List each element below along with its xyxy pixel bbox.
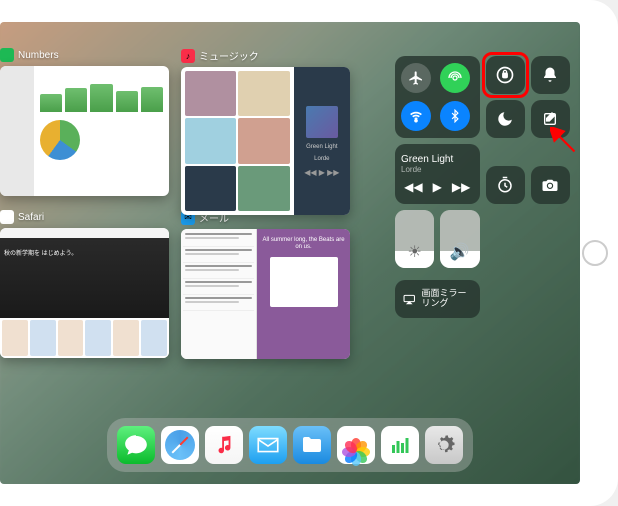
volume-icon: 🔊 — [450, 242, 470, 262]
wifi-toggle[interactable] — [401, 101, 431, 131]
dock-files[interactable] — [293, 426, 331, 464]
app-title: ミュージック — [199, 48, 259, 63]
silent-mode-toggle[interactable] — [531, 56, 570, 94]
timer-icon — [496, 176, 514, 194]
dock-music[interactable] — [205, 426, 243, 464]
prev-track-button[interactable]: ◀◀ — [404, 180, 422, 194]
do-not-disturb-toggle[interactable] — [486, 100, 525, 138]
switcher-card-safari[interactable]: Safari 秋の新学期を はじめよう。 — [0, 210, 169, 359]
dock-messages[interactable] — [117, 426, 155, 464]
media-controls[interactable]: Green Light Lorde ◀◀ ▶ ▶▶ — [395, 144, 480, 204]
switcher-card-music[interactable]: ♪ ミュージック Green Light Lorde ◀◀ ▶ ▶▶ — [181, 48, 350, 196]
app-title: Numbers — [18, 50, 59, 61]
dock — [107, 418, 473, 472]
camera-shortcut[interactable] — [531, 166, 570, 204]
control-center: Green Light Lorde ◀◀ ▶ ▶▶ ☀ 🔊 — [395, 56, 570, 318]
ipad-frame: Numbers ♪ ミュージック — [0, 0, 618, 506]
safari-preview: 秋の新学期を はじめよう。 — [0, 228, 169, 358]
annotation-arrow — [550, 127, 578, 155]
brightness-slider[interactable]: ☀ — [395, 210, 434, 268]
play-button[interactable]: ▶ — [433, 180, 442, 194]
switcher-card-numbers[interactable]: Numbers — [0, 48, 169, 196]
dock-settings[interactable] — [425, 426, 463, 464]
music-preview: Green Light Lorde ◀◀ ▶ ▶▶ — [181, 67, 350, 215]
mirror-label: 画面ミラーリング — [422, 289, 472, 309]
notes-icon — [542, 111, 558, 127]
music-icon: ♪ — [181, 49, 195, 63]
home-button[interactable] — [582, 240, 608, 266]
album-cover-thumb — [306, 106, 338, 138]
moon-icon — [496, 110, 514, 128]
camera-icon — [541, 176, 559, 194]
cellular-toggle[interactable] — [440, 63, 470, 93]
orientation-lock-toggle[interactable] — [486, 56, 525, 94]
app-title: Safari — [18, 212, 44, 223]
brightness-icon: ☀ — [407, 242, 421, 262]
bluetooth-toggle[interactable] — [440, 101, 470, 131]
screen-mirroring-button[interactable]: 画面ミラーリング — [395, 280, 480, 318]
airplay-icon — [403, 292, 416, 306]
bell-icon — [541, 66, 559, 84]
mail-preview: All summer long, the Beats are on us. — [181, 229, 350, 359]
connectivity-group — [395, 56, 480, 138]
volume-slider[interactable]: 🔊 — [440, 210, 479, 268]
media-artist: Lorde — [401, 165, 421, 174]
dock-photos[interactable] — [337, 426, 375, 464]
annotation-highlight — [482, 52, 529, 98]
dock-mail[interactable] — [249, 426, 287, 464]
next-track-button[interactable]: ▶▶ — [452, 180, 470, 194]
safari-icon — [0, 210, 14, 224]
screen: Numbers ♪ ミュージック — [0, 22, 580, 484]
timer-shortcut[interactable] — [486, 166, 525, 204]
airplane-mode-toggle[interactable] — [401, 63, 431, 93]
pie-chart-thumb — [40, 120, 80, 160]
media-title: Green Light — [401, 154, 453, 165]
numbers-preview — [0, 66, 169, 196]
app-switcher: Numbers ♪ ミュージック — [0, 48, 350, 373]
numbers-icon — [0, 48, 14, 62]
switcher-card-mail[interactable]: ✉ メール All summer long, the Beats are on … — [181, 210, 350, 359]
dock-safari[interactable] — [161, 426, 199, 464]
dock-stocks[interactable] — [381, 426, 419, 464]
